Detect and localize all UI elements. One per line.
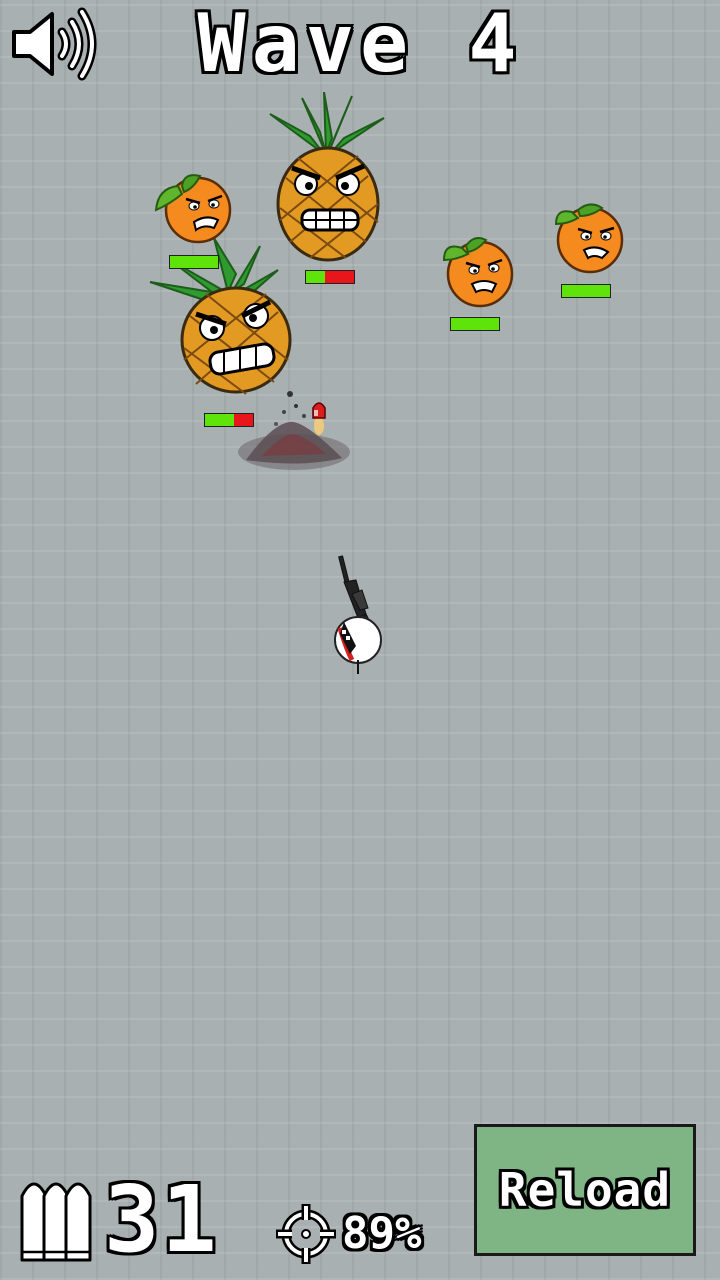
reload-button[interactable]: Reload [474,1124,696,1256]
enemy-health-bar [561,284,611,298]
splat-effect [238,391,350,470]
reload-button-label: Reload [498,1163,672,1217]
crosshair-icon [276,1204,336,1264]
enemy-health-bar [169,255,219,269]
orange-enemy [554,203,624,274]
orange-enemy [154,174,232,244]
speaker-volume-icon[interactable] [8,6,100,82]
bullet-projectile [312,402,326,435]
accuracy-value: 89% [342,1208,422,1259]
enemy-health-bar [450,317,500,331]
ammo-count: 31 [104,1166,219,1273]
enemy-health-bar [305,270,355,284]
bullets-icon [20,1182,92,1262]
orange-enemy [442,237,514,308]
wave-title: Wave 4 [197,0,523,90]
player-character [334,555,382,674]
